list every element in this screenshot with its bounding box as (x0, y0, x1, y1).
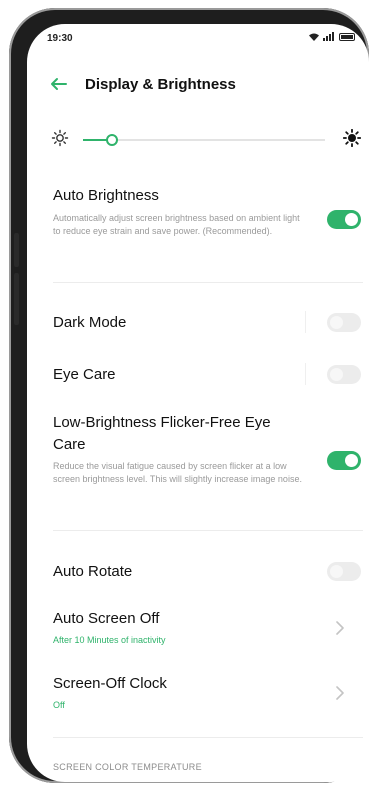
side-button-top (14, 233, 19, 267)
flicker-free-toggle[interactable] (327, 451, 361, 470)
brightness-thumb[interactable] (106, 134, 119, 146)
page-title: Display & Brightness (85, 75, 236, 93)
flicker-free-description: Reduce the visual fatigue caused by scre… (53, 461, 302, 484)
dark-mode-toggle[interactable] (327, 313, 361, 332)
auto-brightness-description: Automatically adjust screen brightness b… (53, 213, 300, 236)
screen-off-clock-value: Off (53, 700, 65, 710)
auto-screen-off-value: After 10 Minutes of inactivity (53, 635, 166, 645)
signal-icon (323, 32, 334, 41)
dark-mode-label: Dark Mode (53, 314, 127, 331)
eye-care-row[interactable]: Eye Care (53, 366, 363, 383)
side-button-bottom (14, 273, 19, 325)
phone-frame: 19:30 Display & Brightness Auto Brightne… (9, 8, 369, 783)
auto-screen-off-row[interactable]: Auto Screen Off After 10 Minutes of inac… (53, 610, 363, 645)
screen-off-clock-row[interactable]: Screen-Off Clock Off (53, 675, 363, 710)
status-icons (309, 32, 355, 41)
auto-brightness-row[interactable]: Auto Brightness Automatically adjust scr… (53, 187, 303, 238)
eye-care-separator (305, 363, 306, 385)
eye-care-label: Eye Care (53, 366, 116, 383)
wifi-icon (309, 33, 319, 41)
flicker-free-row[interactable]: Low-Brightness Flicker-Free Eye Care Red… (53, 412, 303, 486)
auto-brightness-label: Auto Brightness (53, 187, 159, 204)
screen-off-clock-label: Screen-Off Clock (53, 675, 167, 692)
auto-screen-off-label: Auto Screen Off (53, 610, 160, 627)
toggle-knob (330, 565, 343, 578)
divider (53, 282, 363, 283)
brightness-track[interactable] (83, 134, 325, 146)
divider (53, 530, 363, 531)
section-header-color-temperature: SCREEN COLOR TEMPERATURE (53, 762, 202, 772)
status-time: 19:30 (47, 33, 73, 44)
status-bar: 19:30 (47, 32, 355, 48)
chevron-right-icon[interactable] (335, 686, 345, 700)
toggle-knob (330, 368, 343, 381)
divider (53, 737, 363, 738)
auto-rotate-label: Auto Rotate (53, 563, 133, 580)
brightness-slider[interactable] (51, 129, 361, 151)
chevron-right-icon[interactable] (335, 621, 345, 635)
battery-icon (339, 32, 355, 41)
screen: 19:30 Display & Brightness Auto Brightne… (27, 24, 369, 782)
auto-rotate-toggle[interactable] (327, 562, 361, 581)
toggle-knob (345, 454, 358, 467)
dark-mode-separator (305, 311, 306, 333)
brightness-high-icon (343, 129, 361, 147)
flicker-free-label: Low-Brightness Flicker-Free Eye Care (53, 414, 271, 453)
auto-rotate-row[interactable]: Auto Rotate (53, 563, 363, 580)
back-arrow-icon[interactable] (49, 77, 67, 91)
dark-mode-row[interactable]: Dark Mode (53, 314, 363, 331)
toggle-knob (345, 213, 358, 226)
toggle-knob (330, 316, 343, 329)
auto-brightness-toggle[interactable] (327, 210, 361, 229)
eye-care-toggle[interactable] (327, 365, 361, 384)
brightness-low-icon (51, 129, 69, 147)
header: Display & Brightness (49, 74, 236, 94)
